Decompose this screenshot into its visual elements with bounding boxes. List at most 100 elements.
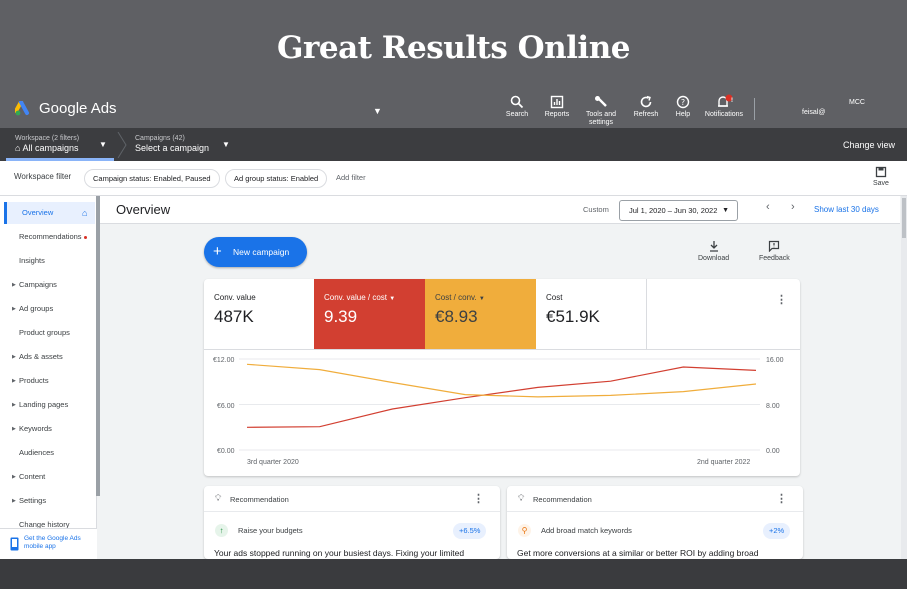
lightbulb-icon: 💡︎ [518, 493, 525, 503]
expand-icon: ▶ [12, 306, 16, 312]
recommendation-more-icon[interactable]: ⋮ [473, 492, 484, 505]
sidebar-item-label: Audiences [19, 448, 55, 457]
notifications-label: Notifications [704, 111, 744, 118]
recommendation-title: Recommendation [533, 495, 592, 504]
feedback-button[interactable]: Feedback [759, 240, 790, 262]
download-button[interactable]: Download [698, 240, 729, 262]
account-dropdown-icon[interactable]: ▼ [373, 106, 382, 116]
metric-dropdown-icon: ▼ [478, 296, 485, 302]
sidebar-item-label: Recommendations [19, 232, 82, 241]
sidebar-item-content[interactable]: ▶ Content [0, 466, 95, 488]
home-icon: ⌂ [15, 143, 21, 153]
recommendation-card[interactable]: 💡︎ Recommendation ⋮ ↑ Raise your budgets… [204, 486, 500, 559]
help-tool[interactable]: ? Help [661, 94, 705, 119]
sidebar-item-campaigns[interactable]: ▶ Campaigns [0, 274, 95, 296]
sidebar-item-product-groups[interactable]: Product groups [0, 322, 95, 344]
metric-label-row: Cost / conv. ▼ [435, 293, 526, 302]
workspace-bar: Workspace (2 filters) ⌂ All campaigns ▼ … [0, 128, 907, 161]
banner-title: Great Results Online [277, 30, 630, 66]
campaign-selector[interactable]: Campaigns (42) Select a campaign [135, 135, 209, 153]
sidebar-item-label: Product groups [19, 328, 70, 337]
lightbulb-icon: 💡︎ [215, 493, 222, 503]
google-ads-window: Google Ads ▼ Search Reports Tools and se… [0, 90, 907, 559]
mobile-app-link[interactable]: Get the Google Ads mobile app [24, 535, 90, 551]
sidebar-item-label: Content [19, 472, 46, 481]
campaign-dropdown-icon[interactable]: ▼ [222, 140, 230, 149]
recommendation-more-icon[interactable]: ⋮ [776, 492, 787, 505]
sidebar-item-products[interactable]: ▶ Products [0, 370, 95, 392]
sidebar-item-label: Settings [19, 496, 47, 505]
workspace-dropdown-icon[interactable]: ▼ [99, 140, 107, 149]
change-view-button[interactable]: Change view [843, 140, 895, 150]
google-ads-logo[interactable]: Google Ads [15, 100, 117, 117]
show-last-30-days-link[interactable]: Show last 30 days [814, 205, 879, 214]
tools-settings-tool[interactable]: Tools and settings [579, 94, 623, 127]
phone-icon [10, 537, 19, 551]
search-icon [510, 95, 524, 109]
main-scrollbar[interactable] [901, 196, 907, 559]
feedback-label: Feedback [759, 255, 790, 262]
add-filter-button[interactable]: Add filter [336, 173, 366, 182]
metric-label: Conv. value / cost [324, 293, 387, 302]
metric-conv-value[interactable]: Conv. value 487K [204, 279, 315, 349]
reports-icon [550, 95, 564, 109]
sidebar-item-ads-assets[interactable]: ▶ Ads & assets [0, 346, 95, 368]
workspace-filter-label: Workspace filter [14, 172, 72, 181]
sidebar-item-keywords[interactable]: ▶ Keywords [0, 418, 95, 440]
recommendation-card[interactable]: 💡︎ Recommendation ⋮ ⚲ Add broad match ke… [507, 486, 803, 559]
next-period-button[interactable]: › [791, 201, 795, 213]
select-campaign-label: Select a campaign [135, 143, 210, 153]
sidebar-item-landing-pages[interactable]: ▶ Landing pages [0, 394, 95, 416]
sidebar-item-label: Landing pages [19, 400, 69, 409]
save-button[interactable]: Save [873, 166, 889, 187]
sidebar-item-overview[interactable]: Overview ⌂ [4, 202, 95, 224]
main-content: Overview Custom Jul 1, 2020 – Jun 30, 20… [100, 196, 907, 559]
expand-icon: ▶ [12, 354, 16, 360]
help-icon: ? [676, 95, 690, 109]
sidebar-item-recommendations[interactable]: Recommendations [0, 226, 95, 248]
y-left-tick: €6.00 [217, 403, 235, 410]
mobile-app-promo[interactable]: Get the Google Ads mobile app [0, 528, 97, 559]
y-left-tick: €0.00 [217, 448, 235, 455]
workspace-selector[interactable]: Workspace (2 filters) ⌂ All campaigns [15, 135, 79, 153]
sidebar-item-label: Products [19, 376, 49, 385]
metric-cost[interactable]: Cost €51.9K [536, 279, 647, 349]
app-name: Google Ads [39, 100, 117, 117]
expand-icon: ▶ [12, 402, 16, 408]
refresh-label: Refresh [633, 111, 659, 118]
metric-conv-value-cost[interactable]: Conv. value / cost ▼ 9.39 [314, 279, 425, 349]
ad-group-status-chip[interactable]: Ad group status: Enabled [225, 169, 328, 188]
previous-period-button[interactable]: ‹ [766, 201, 770, 213]
recommendations-dot [83, 235, 87, 239]
series-line-0 [246, 366, 757, 428]
date-range-picker[interactable]: Jul 1, 2020 – Jun 30, 2022 ▼ [619, 200, 738, 221]
mcc-label: MCC [849, 99, 865, 106]
recommendation-action: Raise your budgets [238, 526, 303, 535]
sidebar-item-insights[interactable]: Insights [0, 250, 95, 272]
y-right-tick: 16.00 [766, 357, 784, 364]
metric-cost-per-conv[interactable]: Cost / conv. ▼ €8.93 [425, 279, 536, 349]
reports-tool[interactable]: Reports [535, 94, 579, 119]
campaign-status-chip[interactable]: Campaign status: Enabled, Paused [84, 169, 220, 188]
recommendation-header: 💡︎ Recommendation ⋮ [204, 486, 500, 512]
card-more-options-icon[interactable]: ⋮ [776, 293, 787, 306]
sidebar-item-settings[interactable]: ▶ Settings [0, 490, 95, 512]
x-tick: 3rd quarter 2020 [247, 459, 299, 466]
sidebar-item-audiences[interactable]: Audiences [0, 442, 95, 464]
recommendation-action: Add broad match keywords [541, 526, 632, 535]
sidebar-item-label: Overview [22, 208, 54, 217]
metric-label-row: Conv. value / cost ▼ [324, 293, 415, 302]
search-tool[interactable]: Search [495, 94, 539, 119]
campaigns-count-label: Campaigns (42) [135, 135, 185, 142]
bottom-bar [0, 559, 907, 589]
new-campaign-button[interactable]: + New campaign [204, 237, 307, 267]
sidebar-item-ad-groups[interactable]: ▶ Ad groups [0, 298, 95, 320]
sidebar-item-label: Ad groups [19, 304, 54, 313]
performance-card: Conv. value 487K Conv. value / cost ▼ 9.… [204, 279, 800, 476]
plus-icon: + [213, 243, 222, 260]
user-account[interactable]: feisal@ [802, 109, 825, 116]
notifications-tool[interactable]: ! Notifications [702, 94, 746, 119]
expand-icon: ▶ [12, 474, 16, 480]
main-scrollbar-thumb[interactable] [902, 198, 906, 238]
custom-label: Custom [583, 205, 609, 214]
